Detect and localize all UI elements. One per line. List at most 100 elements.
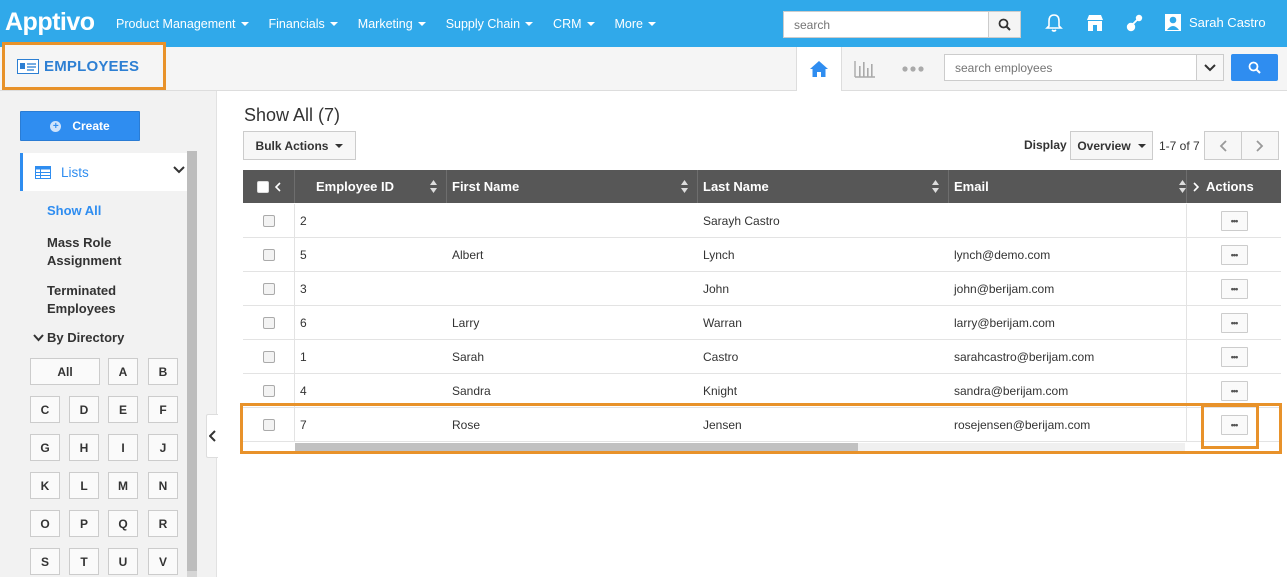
sidebar-link-mass-role-assignment[interactable]: Mass Role Assignment [47,234,157,270]
row-checkbox[interactable] [262,283,275,295]
chevron-right-icon[interactable] [1193,181,1199,192]
table-row[interactable]: 7 Rose Jensen rosejensen@berijam.com ••• [243,408,1281,442]
page-title: Show All (7) [244,105,341,125]
app-logo[interactable]: Apptivo [5,8,95,37]
bulk-actions-button[interactable]: Bulk Actions [243,131,356,160]
column-first-name[interactable]: First Name [447,170,698,203]
directory-letter[interactable]: R [148,510,178,537]
global-search-input[interactable] [784,12,988,37]
row-actions-button[interactable]: ••• [1220,347,1248,367]
sidebar-link-terminated-employees[interactable]: Terminated Employees [47,282,147,318]
share-button[interactable] [1124,12,1146,34]
table-row[interactable]: 6 Larry Warran larry@berijam.com ••• [243,306,1281,340]
directory-letter[interactable]: B [148,358,178,385]
table-row[interactable]: 2 Sarayh Castro ••• [243,204,1281,238]
row-actions-button[interactable]: ••• [1220,381,1248,401]
menu-marketing[interactable]: Marketing [358,17,426,31]
search-icon [1248,61,1261,74]
directory-letter[interactable]: K [30,472,60,499]
cell-email: rosejensen@berijam.com [954,418,1091,432]
column-last-name[interactable]: Last Name [698,170,949,203]
employee-search-button[interactable] [1231,54,1278,81]
cell-first-name: Larry [452,316,480,330]
sort-icon [430,180,437,193]
menu-product-management[interactable]: Product Management [116,17,249,31]
table-row[interactable]: 3 John john@berijam.com ••• [243,272,1281,306]
directory-letter[interactable]: D [69,396,99,423]
next-page-button[interactable] [1241,131,1279,160]
menu-financials[interactable]: Financials [269,17,338,31]
directory-letter[interactable]: C [30,396,60,423]
table-horizontal-scrollbar[interactable] [295,443,1185,452]
directory-letter[interactable]: N [148,472,178,499]
directory-letter[interactable]: H [69,434,99,461]
module-title[interactable]: EMPLOYEES [2,42,166,90]
directory-letter[interactable]: P [69,510,99,537]
column-header-label: Email [954,179,989,194]
tab-home[interactable] [796,47,842,91]
lists-section[interactable]: Lists [20,153,187,191]
column-email[interactable]: Email [949,170,1186,203]
top-navbar: Apptivo Product Management Financials Ma… [0,0,1287,47]
row-actions-button[interactable]: ••• [1220,279,1248,299]
menu-supply-chain[interactable]: Supply Chain [446,17,534,31]
chevron-down-icon [1204,63,1216,71]
cell-last-name: John [703,282,730,296]
employee-search-input[interactable] [945,55,1196,80]
sidebar-link-show-all[interactable]: Show All [47,202,101,220]
tab-reports[interactable] [842,47,888,90]
directory-letter[interactable]: O [30,510,60,537]
sidebar-scrollbar[interactable] [187,151,197,577]
scrollbar-thumb[interactable] [295,443,858,452]
prev-page-button[interactable] [1204,131,1242,160]
notifications-button[interactable] [1043,12,1065,34]
row-actions-button[interactable]: ••• [1220,313,1248,333]
row-actions-button[interactable]: ••• [1220,245,1248,265]
menu-more[interactable]: More [615,17,656,31]
create-button[interactable]: + Create [20,111,140,141]
store-icon [1087,15,1103,31]
row-checkbox[interactable] [262,419,275,431]
directory-letter[interactable]: Q [108,510,138,537]
tab-more[interactable] [890,47,936,90]
row-checkbox[interactable] [262,215,275,227]
directory-letter-all[interactable]: All [30,358,100,385]
cell-last-name: Castro [703,350,739,364]
directory-letter[interactable]: J [148,434,178,461]
directory-letter[interactable]: I [108,434,138,461]
row-checkbox[interactable] [262,249,275,261]
directory-letter[interactable]: M [108,472,138,499]
directory-letter[interactable]: F [148,396,178,423]
directory-letter[interactable]: U [108,548,138,575]
directory-letter[interactable]: T [69,548,99,575]
directory-letter[interactable]: S [30,548,60,575]
row-checkbox[interactable] [262,385,275,397]
directory-letter[interactable]: A [108,358,138,385]
cell-actions: ••• [1186,272,1281,306]
table-row[interactable]: 4 Sandra Knight sandra@berijam.com ••• [243,374,1281,408]
table-row[interactable]: 5 Albert Lynch lynch@demo.com ••• [243,238,1281,272]
user-menu[interactable]: Sarah Castro [1165,14,1266,31]
row-checkbox[interactable] [262,351,275,363]
directory-letter[interactable]: E [108,396,138,423]
select-all-checkbox[interactable] [256,180,269,193]
chevron-left-icon[interactable] [274,181,281,192]
collapse-sidebar-button[interactable] [206,414,218,458]
global-search-button[interactable] [988,12,1020,37]
cell-first-name: Albert [452,248,484,262]
row-actions-button[interactable]: ••• [1220,211,1248,231]
directory-letter[interactable]: G [30,434,60,461]
directory-letter[interactable]: V [148,548,178,575]
app-store-button[interactable] [1084,12,1106,34]
scrollbar-thumb[interactable] [187,151,197,571]
display-select[interactable]: Overview [1070,131,1153,160]
directory-letter[interactable]: L [69,472,99,499]
row-checkbox[interactable] [262,317,275,329]
column-employee-id[interactable]: Employee ID [295,170,447,203]
table-row[interactable]: 1 Sarah Castro sarahcastro@berijam.com •… [243,340,1281,374]
by-directory-toggle[interactable]: By Directory [33,330,124,345]
search-options-dropdown[interactable] [1196,55,1223,80]
cell-actions: ••• [1186,340,1281,374]
menu-crm[interactable]: CRM [553,17,595,31]
row-actions-button[interactable]: ••• [1220,415,1248,435]
